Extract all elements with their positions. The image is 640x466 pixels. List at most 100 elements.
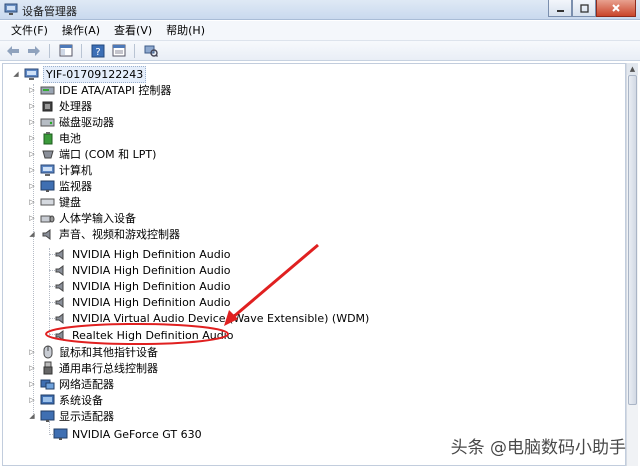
tree-item-mouse[interactable]: ▷ 鼠标和其他指针设备 [27,344,158,360]
console-tree-icon [59,44,72,57]
toolbar-separator [81,43,82,58]
forward-button[interactable] [25,43,42,59]
expand-toggle-icon[interactable]: ▷ [27,198,37,206]
expand-toggle-icon[interactable]: ▷ [27,118,37,126]
collapse-toggle-icon[interactable]: ◢ [27,412,37,420]
tree-item-battery[interactable]: ▷ 电池 [27,130,81,146]
device-tree-panel: ◢ YIF-01709122243 ▷ IDE ATA/ATAPI 控制器 ▷ … [2,63,626,466]
tree-connector [49,248,50,336]
svg-text:?: ? [95,47,100,58]
back-button[interactable] [4,43,21,59]
device-label: NVIDIA High Definition Audio [72,263,231,277]
computer-icon [40,164,55,177]
properties-button[interactable]: ? [89,43,106,59]
category-label: 监视器 [59,179,92,193]
menu-action[interactable]: 操作(A) [55,22,107,40]
port-icon [40,148,55,161]
expand-toggle-icon[interactable]: ▷ [27,364,37,372]
device-item[interactable]: NVIDIA GeForce GT 630 [53,426,202,442]
vertical-scrollbar[interactable]: ▲ [626,63,638,466]
menu-view[interactable]: 查看(V) [107,22,159,40]
scan-hardware-icon [144,45,158,57]
display-adapter-icon [53,428,68,441]
category-label: 鼠标和其他指针设备 [59,345,158,359]
keyboard-icon [40,196,55,209]
minimize-button[interactable] [548,0,572,17]
tree-item-system[interactable]: ▷ 系统设备 [27,392,103,408]
expand-toggle-icon[interactable]: ▷ [27,150,37,158]
device-manager-icon [4,3,18,15]
close-icon [612,4,620,12]
tree-item-processor[interactable]: ▷ 处理器 [27,98,92,114]
expand-toggle-icon[interactable]: ▷ [27,166,37,174]
tree-item-ide[interactable]: ▷ IDE ATA/ATAPI 控制器 [27,82,171,98]
category-label: IDE ATA/ATAPI 控制器 [59,83,172,97]
speaker-icon [53,280,68,293]
expand-toggle-icon[interactable]: ▷ [27,396,37,404]
category-label: 磁盘驱动器 [59,115,114,129]
scroll-up-icon[interactable]: ▲ [627,63,638,75]
toolbar-separator [49,43,50,58]
category-label: 键盘 [59,195,81,209]
toolbar: ? [0,41,640,61]
category-label: 处理器 [59,99,92,113]
device-item[interactable]: NVIDIA Virtual Audio Device (Wave Extens… [53,310,369,326]
close-button[interactable] [596,0,636,17]
maximize-button[interactable] [572,0,596,17]
system-icon [40,394,55,407]
expand-toggle-icon[interactable]: ▷ [27,348,37,356]
computer-icon [24,68,39,81]
category-label: 显示适配器 [59,409,114,423]
tree-item-port[interactable]: ▷ 端口 (COM 和 LPT) [27,146,156,162]
list-view-icon [112,44,125,57]
scan-hardware-button[interactable] [142,43,159,59]
hid-icon [40,212,55,225]
watermark-text: 头条 @电脑数码小助手 [450,438,626,458]
ide-controller-icon [40,84,55,97]
tree-root[interactable]: ◢ YIF-01709122243 [11,65,147,83]
maximize-icon [579,3,589,13]
category-label: 人体学输入设备 [59,211,136,225]
menu-file[interactable]: 文件(F) [4,22,55,40]
tree-item-hid[interactable]: ▷ 人体学输入设备 [27,210,136,226]
tree-item-network[interactable]: ▷ 网络适配器 [27,376,114,392]
device-label: NVIDIA High Definition Audio [72,295,231,309]
menu-help[interactable]: 帮助(H) [159,22,212,40]
device-item-realtek[interactable]: Realtek High Definition Audio [53,327,233,343]
show-hide-tree-button[interactable] [57,43,74,59]
expand-toggle-icon[interactable]: ▷ [27,182,37,190]
device-item[interactable]: NVIDIA High Definition Audio [53,278,231,294]
category-label: 系统设备 [59,393,103,407]
device-item[interactable]: NVIDIA High Definition Audio [53,294,231,310]
network-icon [40,378,55,391]
speaker-icon [53,329,68,342]
collapse-toggle-icon[interactable]: ◢ [11,70,21,78]
tree-item-keyboard[interactable]: ▷ 键盘 [27,194,81,210]
device-label: NVIDIA High Definition Audio [72,279,231,293]
scroll-thumb[interactable] [628,75,637,405]
device-item[interactable]: NVIDIA High Definition Audio [53,246,231,262]
help-icon: ? [91,44,104,58]
tree-item-usb[interactable]: ▷ 通用串行总线控制器 [27,360,158,376]
expand-toggle-icon[interactable]: ▷ [27,380,37,388]
tree-item-computer[interactable]: ▷ 计算机 [27,162,92,178]
device-item[interactable]: NVIDIA High Definition Audio [53,262,231,278]
minimize-icon [556,9,564,12]
device-label: Realtek High Definition Audio [72,328,234,342]
expand-toggle-icon[interactable]: ▷ [27,134,37,142]
window-controls [548,0,636,18]
tree-item-monitor[interactable]: ▷ 监视器 [27,178,92,194]
watermark: 头条 @电脑数码小助手 [451,433,626,458]
tree-item-sound[interactable]: ◢ 声音、视频和游戏控制器 [27,226,180,242]
tree-item-display-adapter[interactable]: ◢ 显示适配器 [27,408,114,424]
window-title: 设备管理器 [22,5,77,18]
collapse-toggle-icon[interactable]: ◢ [27,230,37,238]
view-button[interactable] [110,43,127,59]
expand-toggle-icon[interactable]: ▷ [27,214,37,222]
tree-item-disk[interactable]: ▷ 磁盘驱动器 [27,114,114,130]
expand-toggle-icon[interactable]: ▷ [27,102,37,110]
device-label: NVIDIA Virtual Audio Device (Wave Extens… [72,311,370,325]
expand-toggle-icon[interactable]: ▷ [27,86,37,94]
usb-icon [40,361,55,375]
device-label: NVIDIA High Definition Audio [72,247,231,261]
